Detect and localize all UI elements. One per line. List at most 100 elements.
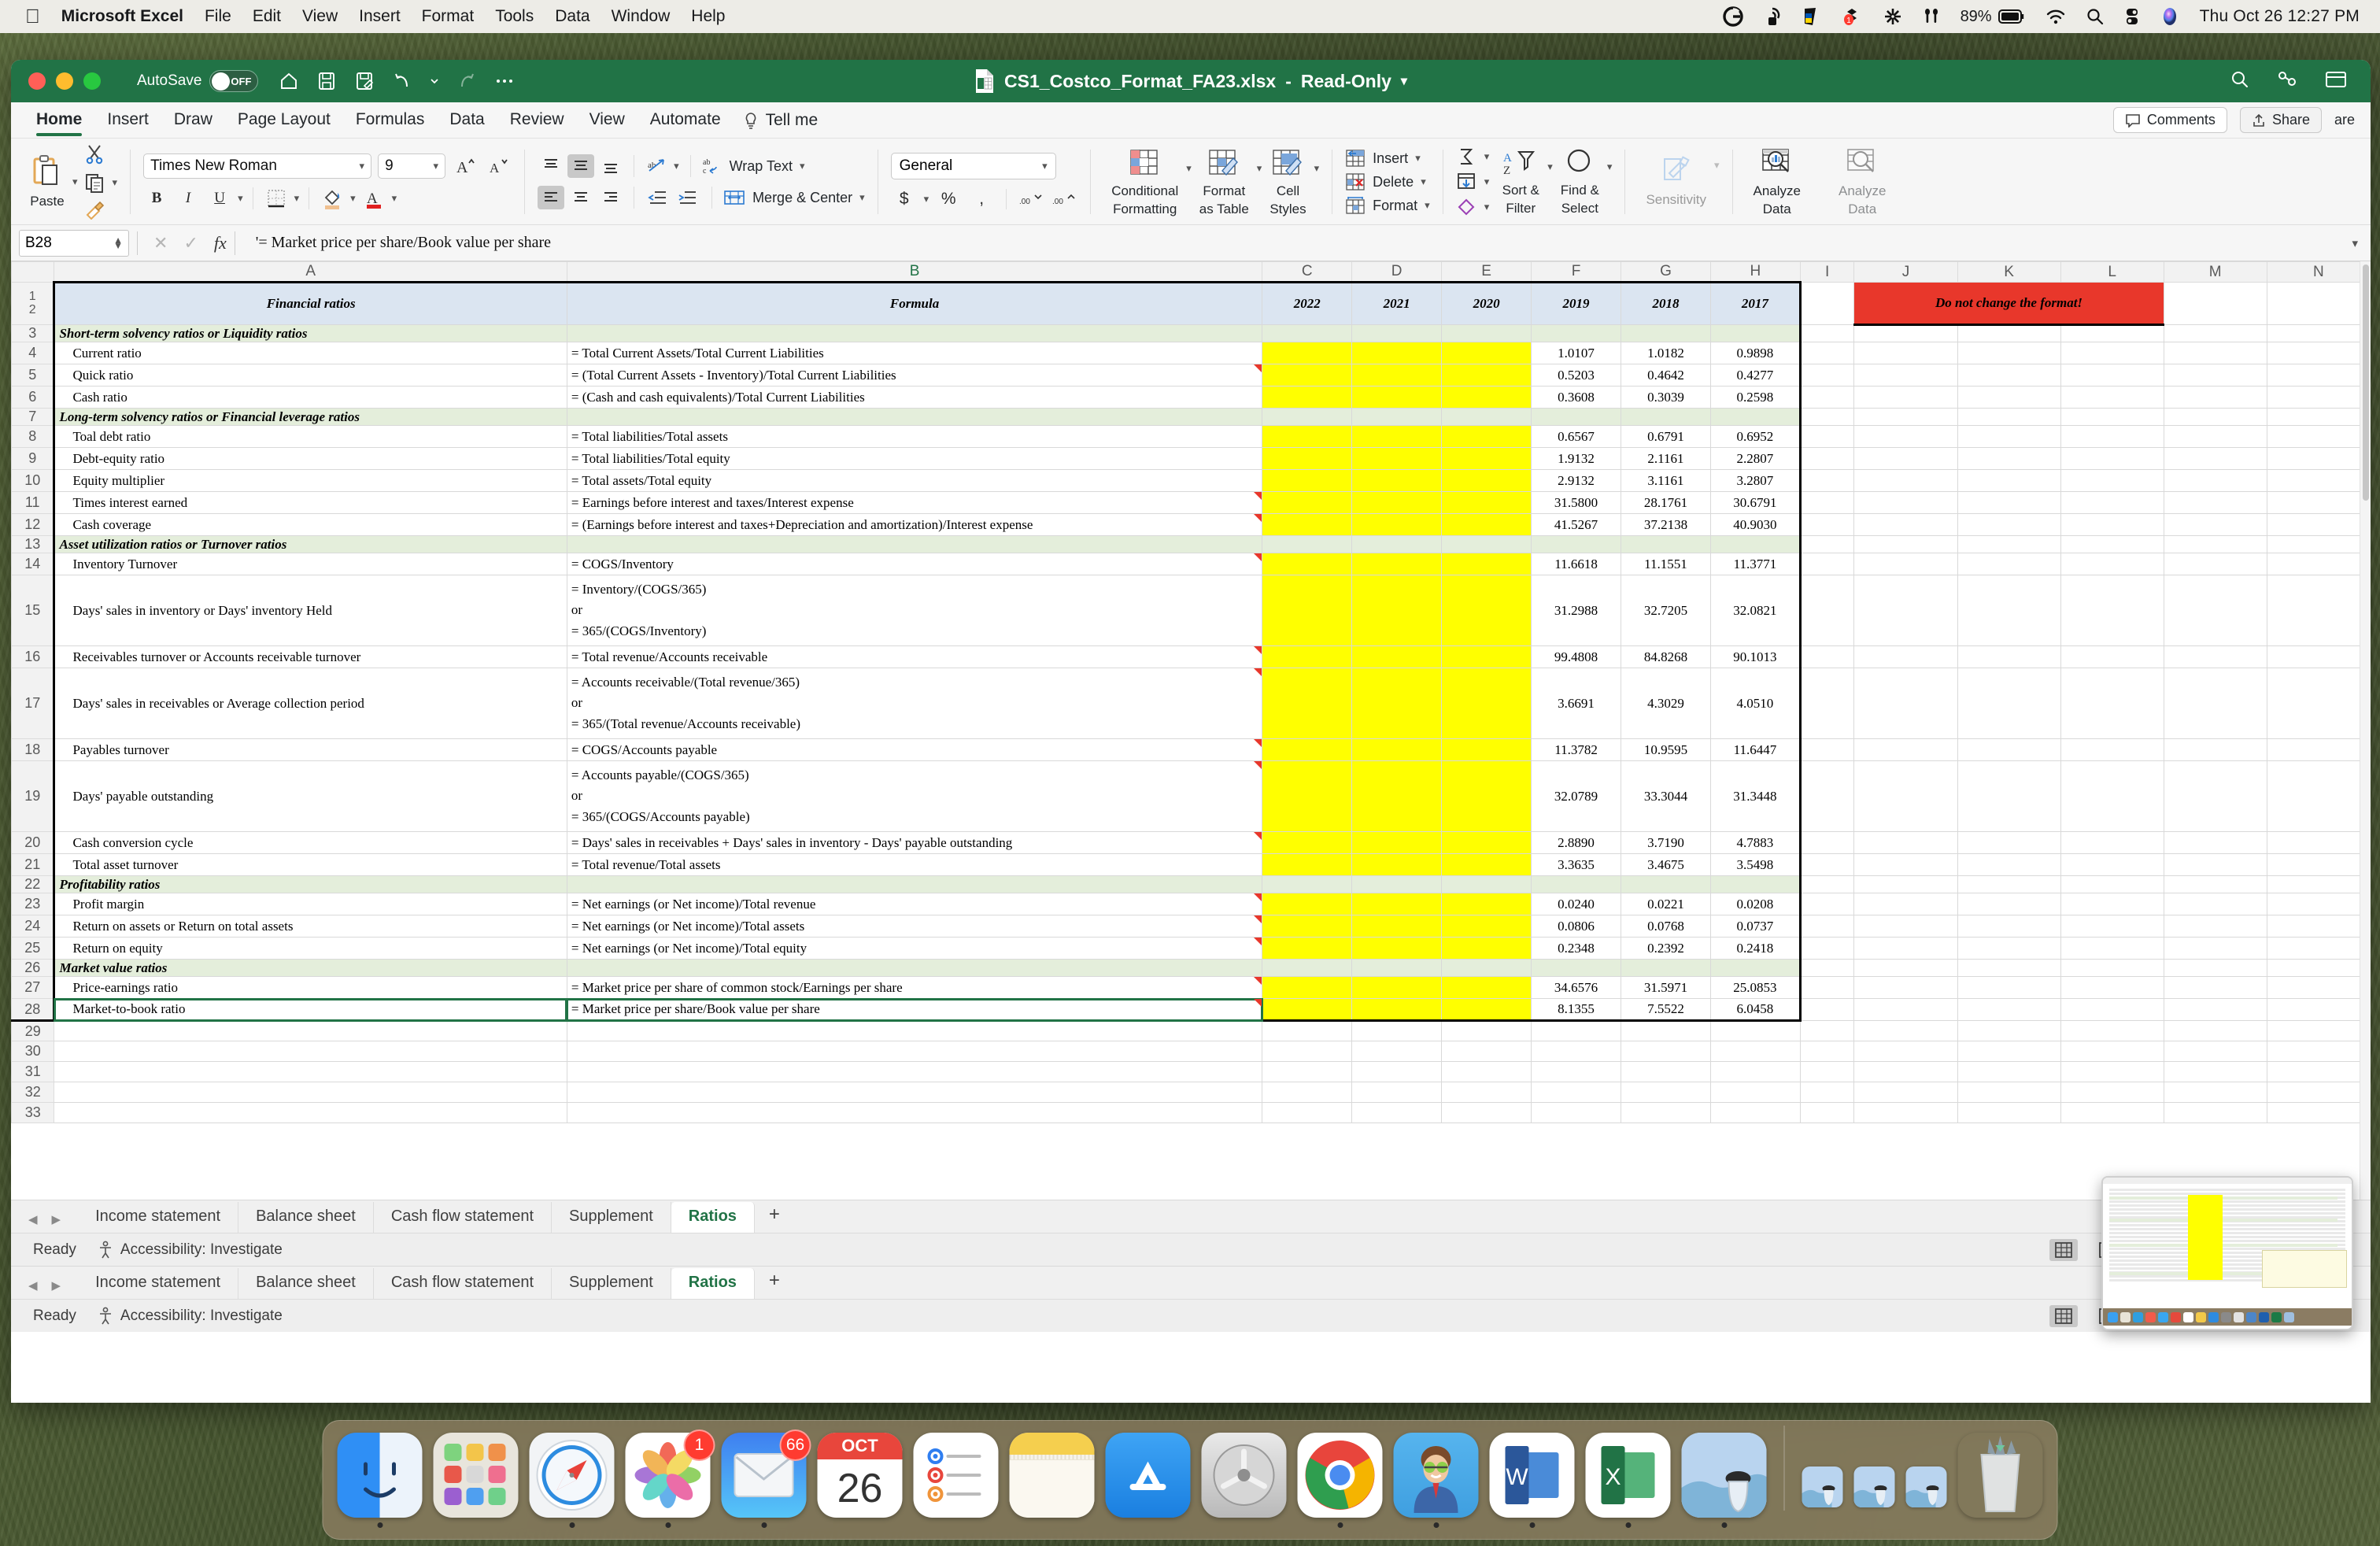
- empty-cell[interactable]: [54, 1082, 567, 1103]
- table-row[interactable]: 3 Short-term solvency ratios or Liquidity…: [11, 324, 2371, 342]
- tab-page-layout[interactable]: Page Layout: [238, 110, 331, 131]
- asterisk-icon[interactable]: [1883, 7, 1902, 26]
- value-2017[interactable]: 40.9030: [1709, 513, 1802, 536]
- font-size-chevron-down-icon[interactable]: ▾: [434, 160, 439, 172]
- ratio-name[interactable]: Price-earnings ratio: [53, 976, 567, 999]
- tab-automate[interactable]: Automate: [650, 110, 721, 131]
- analyze-data-button[interactable]: Analyze Data: [1746, 147, 1809, 216]
- value-2017[interactable]: 0.6952: [1709, 425, 1802, 448]
- cell-n[interactable]: [2266, 425, 2371, 448]
- cell-k[interactable]: [1957, 324, 2061, 342]
- table-row[interactable]: 22 Profitability ratios: [11, 875, 2371, 893]
- value-2022[interactable]: [1262, 513, 1353, 536]
- empty-cell[interactable]: [1799, 1061, 1855, 1082]
- section-g[interactable]: [1620, 408, 1711, 426]
- format-cells-button[interactable]: Format ▾: [1345, 196, 1430, 215]
- cell-n[interactable]: [2266, 535, 2371, 553]
- empty-cell[interactable]: [2060, 1041, 2164, 1062]
- cell-i[interactable]: [1799, 469, 1855, 492]
- cell-l[interactable]: [2060, 959, 2164, 977]
- sheet-tab-supplement-duplicate[interactable]: Supplement: [552, 1268, 671, 1299]
- add-sheet-button-duplicate[interactable]: +: [755, 1265, 794, 1299]
- menu-file[interactable]: File: [205, 7, 231, 26]
- cell-j[interactable]: [1853, 937, 1958, 960]
- value-2021[interactable]: [1351, 760, 1443, 832]
- cell-j[interactable]: [1853, 408, 1958, 426]
- ratio-formula[interactable]: = Total revenue/Total assets: [566, 853, 1263, 876]
- header-year-2022[interactable]: 2022: [1262, 281, 1353, 325]
- cell-m[interactable]: [2163, 998, 2267, 1021]
- decrease-decimal-icon[interactable]: .00: [1051, 187, 1077, 211]
- column-header-j[interactable]: J: [1853, 261, 1958, 283]
- value-2017[interactable]: 31.3448: [1709, 760, 1802, 832]
- cell-n[interactable]: [2266, 937, 2371, 960]
- vertical-scroll-thumb[interactable]: [2362, 264, 2369, 501]
- cell-n[interactable]: [2266, 491, 2371, 514]
- comma-button[interactable]: ,: [968, 187, 995, 211]
- sheet-next-icon-duplicate[interactable]: ▶: [52, 1278, 61, 1293]
- column-header-m[interactable]: M: [2163, 261, 2267, 283]
- table-row[interactable]: 4 Current ratio = Total Current Assets/Tot…: [11, 342, 2371, 364]
- cell-l[interactable]: [2060, 386, 2164, 409]
- fill-color-chevron-down-icon[interactable]: ▾: [350, 192, 356, 205]
- column-header-h[interactable]: H: [1709, 261, 1801, 283]
- empty-cell[interactable]: [566, 1061, 1263, 1082]
- analyze-data-button-clipped[interactable]: Analyze Data: [1831, 147, 1894, 216]
- grammarly-icon[interactable]: [1722, 6, 1743, 27]
- empty-cell[interactable]: [1799, 1102, 1855, 1123]
- value-2021[interactable]: [1351, 447, 1443, 470]
- empty-cell[interactable]: [1262, 1061, 1353, 1082]
- ratio-name[interactable]: Return on equity: [53, 937, 567, 960]
- cell-n[interactable]: [2266, 875, 2371, 893]
- section-f[interactable]: [1531, 535, 1621, 553]
- cell-i[interactable]: [1799, 447, 1855, 470]
- copy-button[interactable]: ▾: [84, 172, 117, 193]
- cell-k[interactable]: [1957, 386, 2061, 409]
- cell-l[interactable]: [2060, 324, 2164, 342]
- value-2020[interactable]: [1441, 386, 1532, 409]
- menu-window[interactable]: Window: [612, 7, 671, 26]
- airpods-icon[interactable]: [1923, 6, 1940, 27]
- cell-j[interactable]: [1853, 535, 1958, 553]
- section-e[interactable]: [1441, 324, 1532, 342]
- row-header-21[interactable]: 21: [11, 853, 55, 876]
- ratio-name[interactable]: Days' payable outstanding: [53, 760, 567, 832]
- section-g[interactable]: [1620, 875, 1711, 893]
- cell-l[interactable]: [2060, 553, 2164, 575]
- cell-m[interactable]: [2163, 893, 2267, 915]
- section-d[interactable]: [1351, 324, 1443, 342]
- cell-i[interactable]: [1799, 875, 1855, 893]
- cell-n[interactable]: [2266, 998, 2371, 1021]
- sheet-tab-cash-flow-statement[interactable]: Cash flow statement: [374, 1202, 552, 1233]
- cell-k[interactable]: [1957, 364, 2061, 386]
- dock-item-reminders[interactable]: [913, 1433, 999, 1528]
- empty-cell[interactable]: [2163, 1102, 2267, 1123]
- cell-n[interactable]: [2266, 342, 2371, 364]
- value-2018[interactable]: 33.3044: [1620, 760, 1711, 832]
- value-2022[interactable]: [1262, 386, 1353, 409]
- ratio-name[interactable]: Days' sales in receivables or Average co…: [53, 668, 567, 739]
- comment-indicator-icon[interactable]: [1254, 364, 1262, 372]
- increase-decimal-icon[interactable]: .00: [1018, 187, 1044, 211]
- section-h[interactable]: [1709, 959, 1802, 977]
- comment-indicator-icon[interactable]: [1254, 832, 1262, 840]
- value-2020[interactable]: [1441, 831, 1532, 854]
- value-2020[interactable]: [1441, 553, 1532, 575]
- value-2021[interactable]: [1351, 513, 1443, 536]
- value-2017[interactable]: 6.0458: [1709, 998, 1802, 1022]
- row-header-6[interactable]: 6: [11, 386, 55, 409]
- ratio-formula[interactable]: = Net earnings (or Net income)/Total ass…: [566, 915, 1263, 938]
- dock-item-photos[interactable]: 1: [625, 1429, 715, 1528]
- empty-cell[interactable]: [1441, 1061, 1532, 1082]
- cell-n[interactable]: [2266, 853, 2371, 876]
- cell-n[interactable]: [2266, 976, 2371, 999]
- value-2020[interactable]: [1441, 998, 1532, 1022]
- cell-i[interactable]: [1799, 342, 1855, 364]
- cell-n[interactable]: [2266, 738, 2371, 761]
- align-left-icon[interactable]: [538, 186, 565, 209]
- column-header-a[interactable]: A: [54, 261, 567, 283]
- cell-l[interactable]: [2060, 760, 2164, 832]
- empty-cell[interactable]: [1620, 1061, 1711, 1082]
- format-as-table-button[interactable]: Format as Table: [1192, 147, 1257, 216]
- empty-cell[interactable]: [1853, 1102, 1958, 1123]
